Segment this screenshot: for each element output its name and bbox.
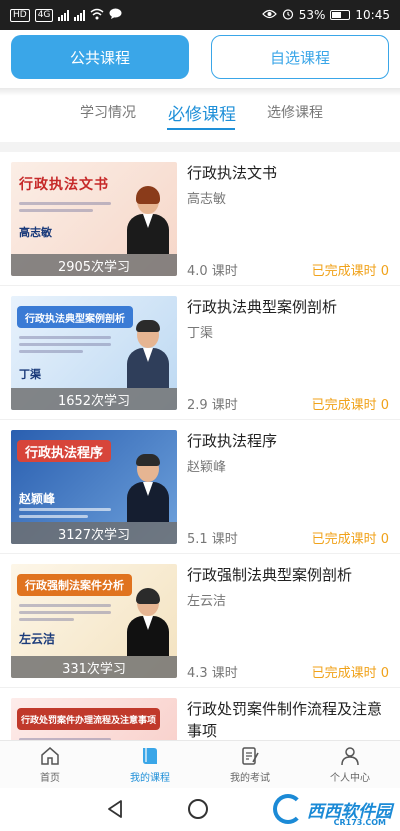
play-count: 2905次学习 [11, 254, 177, 276]
wifi-icon [90, 8, 104, 23]
course-thumbnail[interactable]: 行政强制法案件分析 左云洁 331次学习 [11, 564, 177, 678]
status-right: 53% 10:45 [261, 8, 390, 23]
section-divider [0, 142, 400, 152]
thumbnail-text-lines [19, 336, 111, 357]
bottom-navigation: 首页 我的课程 我的考试 个人中心 [0, 740, 400, 788]
lecturer-photo [125, 454, 171, 522]
nav-my-exams-label: 我的考试 [230, 773, 270, 784]
nav-my-courses-label: 我的课程 [130, 773, 170, 784]
thumbnail-text-lines [19, 202, 111, 216]
person-icon [341, 747, 359, 766]
course-thumbnail[interactable]: 行政执法程序 赵颖峰 3127次学习 [11, 430, 177, 544]
battery-icon [330, 10, 351, 20]
thumbnail-title: 行政执法典型案例剖析 [17, 306, 133, 328]
course-tabs: 学习情况 必修课程 选修课程 [0, 96, 400, 136]
thumbnail-lecturer-name: 高志敏 [19, 226, 52, 239]
completed-hours: 已完成课时 0 [311, 532, 389, 547]
nav-profile-label: 个人中心 [330, 773, 370, 784]
course-title[interactable]: 行政执法程序 [187, 430, 392, 452]
book-icon [143, 748, 157, 764]
system-navigation-bar: 西西软件园 CR173.COM [0, 788, 400, 831]
course-thumbnail[interactable]: 行政执法文书 高志敏 2905次学习 [11, 162, 177, 276]
alarm-icon [282, 8, 294, 23]
thumbnail-title: 行政处罚案件办理流程及注意事项 [17, 708, 161, 730]
completed-hours: 已完成课时 0 [311, 398, 389, 413]
hd-indicator: HD [10, 8, 30, 22]
chat-notification-icon [109, 8, 122, 23]
list-item[interactable]: 行政执法文书 高志敏 2905次学习 行政执法文书 高志敏 4.0 课时 已完成… [0, 152, 400, 286]
nav-my-exams[interactable]: 我的考试 [200, 741, 300, 788]
play-count: 3127次学习 [11, 522, 177, 544]
exam-icon [242, 747, 259, 765]
header-shadow [0, 88, 400, 96]
course-hours: 4.0 课时 [187, 264, 238, 279]
lecturer-photo [125, 588, 171, 656]
nav-home[interactable]: 首页 [0, 741, 100, 788]
public-courses-button[interactable]: 公共课程 [11, 35, 189, 79]
thumbnail-text-lines [19, 604, 111, 625]
back-icon[interactable] [106, 799, 124, 819]
watermark-c-icon [273, 794, 303, 824]
clock-time: 10:45 [355, 8, 390, 22]
home-button-icon[interactable] [188, 799, 208, 819]
course-hours: 4.3 课时 [187, 666, 238, 681]
thumbnail-lecturer-name: 赵颖峰 [19, 492, 56, 506]
custom-courses-button[interactable]: 自选课程 [211, 35, 389, 79]
list-item[interactable]: 行政强制法案件分析 左云洁 331次学习 行政强制法典型案例剖析 左云洁 4.3… [0, 554, 400, 688]
course-teacher: 丁渠 [187, 326, 214, 341]
course-type-switch: 公共课程 自选课程 [0, 30, 400, 88]
thumbnail-lecturer-name: 丁渠 [19, 368, 41, 381]
eye-icon [261, 8, 277, 22]
completed-hours: 已完成课时 0 [311, 666, 389, 681]
battery-percent: 53% [298, 8, 326, 22]
course-list[interactable]: 行政执法文书 高志敏 2905次学习 行政执法文书 高志敏 4.0 课时 已完成… [0, 152, 400, 740]
status-bar: HD 4G 53% 10:45 [0, 0, 400, 30]
course-title[interactable]: 行政执法文书 [187, 162, 392, 184]
completed-hours: 已完成课时 0 [311, 264, 389, 279]
nav-home-label: 首页 [40, 773, 60, 784]
course-thumbnail[interactable]: 行政处罚案件办理流程及注意事项 [11, 698, 177, 740]
watermark-domain: CR173.COM [333, 818, 386, 827]
network-indicator: 4G [34, 8, 54, 22]
list-item[interactable]: 行政执法程序 赵颖峰 3127次学习 行政执法程序 赵颖峰 5.1 课时 已完成… [0, 420, 400, 554]
course-title[interactable]: 行政强制法典型案例剖析 [187, 564, 392, 586]
course-hours: 2.9 课时 [187, 398, 238, 413]
play-count: 1652次学习 [11, 388, 177, 410]
lecturer-photo [125, 186, 171, 254]
course-hours: 5.1 课时 [187, 532, 238, 547]
signal-icon [58, 9, 70, 21]
tab-study-status[interactable]: 学习情况 [80, 102, 136, 122]
tab-elective-courses[interactable]: 选修课程 [267, 102, 323, 122]
thumbnail-title: 行政强制法案件分析 [17, 574, 132, 596]
tab-required-courses[interactable]: 必修课程 [168, 100, 236, 125]
course-title[interactable]: 行政执法典型案例剖析 [187, 296, 392, 318]
course-teacher: 高志敏 [187, 192, 227, 207]
status-left: HD 4G [10, 8, 122, 23]
play-count: 331次学习 [11, 656, 177, 678]
home-icon [41, 747, 59, 765]
course-thumbnail[interactable]: 行政执法典型案例剖析 丁渠 1652次学习 [11, 296, 177, 410]
thumbnail-title: 行政执法文书 [19, 177, 109, 193]
lecturer-photo [125, 320, 171, 388]
course-teacher: 左云洁 [187, 594, 227, 609]
thumbnail-text-lines [19, 508, 111, 522]
active-tab-indicator [167, 128, 235, 130]
list-item[interactable]: 行政执法典型案例剖析 丁渠 1652次学习 行政执法典型案例剖析 丁渠 2.9 … [0, 286, 400, 420]
nav-profile[interactable]: 个人中心 [300, 741, 400, 788]
thumbnail-title: 行政执法程序 [17, 440, 112, 462]
course-teacher: 赵颖峰 [187, 460, 227, 475]
course-title[interactable]: 行政处罚案件制作流程及注意事项 [187, 698, 392, 740]
signal2-icon [74, 9, 86, 21]
list-item[interactable]: 行政处罚案件办理流程及注意事项 行政处罚案件制作流程及注意事项 [0, 688, 400, 740]
thumbnail-lecturer-name: 左云洁 [19, 632, 56, 646]
nav-my-courses[interactable]: 我的课程 [100, 741, 200, 788]
watermark-logo: 西西软件园 CR173.COM [273, 792, 392, 827]
